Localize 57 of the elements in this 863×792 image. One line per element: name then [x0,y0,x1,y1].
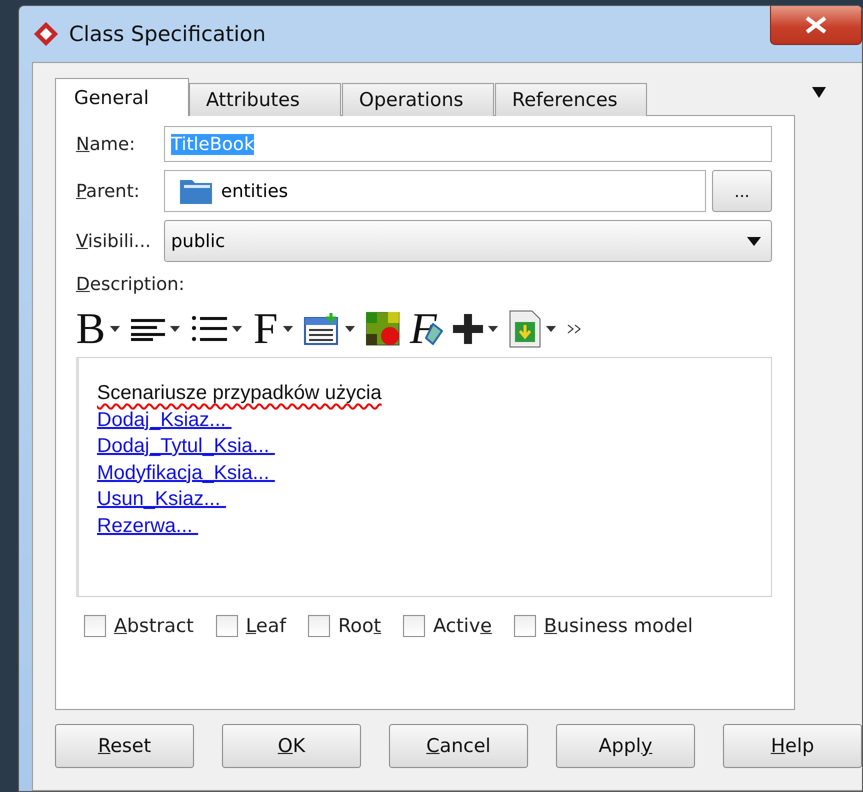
dialog-button[interactable]: Reset [55,724,194,768]
window-title: Class Specification [69,22,266,46]
checkbox[interactable] [308,615,330,637]
use-case-link[interactable]: Usun_Ksiaz... [97,486,226,512]
checkbox[interactable] [403,615,426,637]
dialog-button[interactable]: Cancel [389,724,528,768]
checkbox[interactable] [84,615,106,637]
tab[interactable]: General [55,78,189,116]
app-logo-icon [33,21,59,47]
plus-icon [452,314,483,344]
more-icon [566,324,583,334]
checkbox[interactable] [216,615,238,637]
toolbar-button[interactable] [191,314,244,344]
checkbox-label: Root [338,615,382,637]
checkbox-label: Active [433,615,492,637]
visibility-dropdown[interactable]: public [164,220,772,262]
import-document-icon [508,310,541,348]
dialog-button[interactable]: OK [222,724,361,768]
dropdown-arrow-icon [747,236,761,246]
description-label: Description: [76,274,186,295]
description-text: Scenariusze przypadków użycia [97,381,382,406]
browse-button[interactable]: ... [712,170,772,212]
checkbox[interactable] [514,615,536,637]
tab[interactable]: Operations [342,83,494,116]
toolbar-button[interactable]: F [253,309,294,349]
checkbox-label: Leaf [246,615,286,637]
close-icon [805,16,827,34]
align-left-icon [131,317,166,341]
font-glyph-icon: B [76,309,106,349]
close-button[interactable] [770,6,862,45]
toolbar-button[interactable] [131,317,182,341]
use-case-link[interactable]: Modyfikacja_Ksia... [97,460,275,486]
tab[interactable]: References [495,83,647,116]
field-label: Parent: [76,180,141,202]
field-label: Name: [76,134,136,154]
checkbox-label: Abstract [114,615,194,637]
use-case-link[interactable]: Rezerwa... [97,512,198,539]
parent-field[interactable]: entities [164,170,706,212]
tab[interactable]: Attributes [189,83,341,116]
toolbar-button[interactable]: B [76,309,122,349]
use-case-link[interactable]: Dodaj_Tytul_Ksia... [97,433,275,460]
dropdown-arrow-icon[interactable] [812,87,826,98]
dialog-button[interactable]: Apply [556,724,695,768]
use-case-link[interactable]: Dodaj_Ksiaz... [97,406,232,433]
dialog-button[interactable]: Help [723,724,862,768]
parent-value: entities [221,180,288,202]
table-icon [304,313,340,345]
color-palette-icon [366,312,400,346]
toolbar-button[interactable] [566,324,583,334]
field-label: Visibili... [76,230,152,252]
checkbox-label: Business model [544,615,693,637]
description-editor[interactable]: Scenariusze przypadków użycia Dodaj_Ksiaz... Dodaj_Tytul_Ksia... Modyfikacja_Ksia... Usun_Ksiaz... Rezerwa... [76,357,772,597]
toolbar-button[interactable] [304,313,356,345]
folder-icon [179,177,213,205]
font-glyph-icon: F [253,309,278,349]
toolbar-button[interactable] [452,314,499,344]
toolbar-button[interactable] [366,312,400,346]
